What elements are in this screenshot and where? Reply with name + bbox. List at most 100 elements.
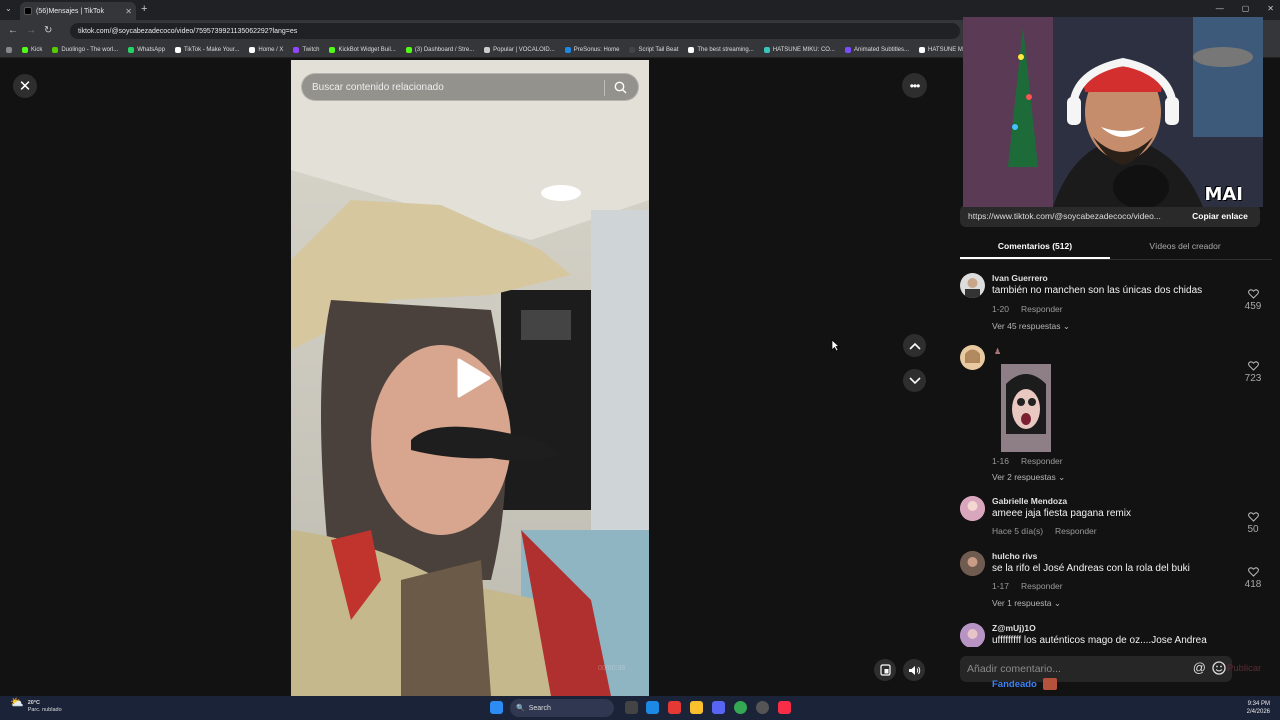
fandeado-text: Fandeado	[992, 678, 1037, 690]
comment-item: Z@mUj)1O ufffffffff los auténticos mago …	[960, 623, 1265, 647]
bookmark-item[interactable]: Script Tail Beat	[629, 46, 679, 53]
discord-icon[interactable]	[712, 701, 725, 714]
bookmark-item[interactable]: HATSUNE MI	[919, 46, 965, 53]
bookmark-icon	[405, 46, 412, 53]
bookmark-icon	[484, 46, 491, 53]
previous-video-button[interactable]	[903, 334, 926, 357]
bookmark-item[interactable]: Kick	[22, 46, 42, 53]
task-view-icon[interactable]	[625, 701, 638, 714]
edge-icon[interactable]	[646, 701, 659, 714]
apps-grid-icon[interactable]	[6, 46, 12, 53]
weather-temp: 20°C	[27, 700, 40, 706]
bookmark-item[interactable]: Twitch	[293, 46, 319, 53]
comment-sticker-image[interactable]	[1001, 364, 1051, 452]
comment-author[interactable]: Z@mUj)1O	[992, 623, 1036, 633]
comment-text: también no manchen son las únicas dos ch…	[992, 285, 1203, 296]
bookmark-item[interactable]: (3) Dashboard / Stre...	[405, 46, 474, 53]
comment-text: ameee jaja fiesta pagana remix	[992, 508, 1131, 519]
window-close-icon[interactable]: ✕	[1267, 4, 1274, 13]
more-options-button[interactable]: •••	[902, 73, 927, 98]
publish-button[interactable]: Publicar	[1227, 663, 1261, 674]
tab-close-icon[interactable]: ✕	[125, 7, 132, 16]
volume-button[interactable]	[903, 659, 925, 681]
new-tab-button[interactable]: +	[141, 3, 147, 15]
play-icon[interactable]	[455, 358, 491, 398]
bookmark-item[interactable]: The best streaming...	[688, 46, 754, 53]
taskbar-search[interactable]: 🔍 Search	[510, 699, 614, 717]
minimize-icon[interactable]: —	[1216, 4, 1224, 13]
bookmark-item[interactable]: KickBot Widget Buil...	[329, 46, 396, 53]
reply-button[interactable]: Responder	[1055, 526, 1097, 536]
like-button[interactable]: 418	[1241, 567, 1265, 590]
clock-time: 9:34 PM	[1247, 701, 1270, 707]
search-icon[interactable]	[614, 81, 627, 97]
bookmark-label: Home / X	[258, 46, 284, 53]
taskbar-search-label: Search	[528, 704, 551, 712]
copy-link-button[interactable]: Copiar enlace	[1180, 205, 1260, 227]
tab-comments[interactable]: Comentarios (512)	[960, 236, 1110, 259]
chrome-icon[interactable]	[734, 701, 747, 714]
bookmark-item[interactable]: WhatsApp	[128, 46, 165, 53]
reload-icon[interactable]: ↻	[44, 25, 52, 36]
floating-player-icon	[879, 664, 891, 676]
bookmark-label: HATSUNE MI	[928, 46, 965, 53]
bookmark-label: Script Tail Beat	[638, 46, 679, 53]
close-video-button[interactable]: ✕	[13, 74, 37, 98]
share-url: https://www.tiktok.com/@soycabezadecoco/…	[968, 211, 1161, 221]
bookmark-item[interactable]: Duolingo - The worl...	[52, 46, 118, 53]
view-replies-link[interactable]: Ver 1 respuesta ⌄	[992, 598, 1061, 609]
reply-button[interactable]: Responder	[1021, 581, 1063, 591]
avatar[interactable]	[960, 273, 985, 298]
bookmark-item[interactable]: Popular | VOCALOID...	[484, 46, 555, 53]
avatar[interactable]	[960, 345, 985, 370]
reply-button[interactable]: Responder	[1021, 456, 1063, 466]
like-count: 723	[1244, 373, 1262, 384]
view-replies-link[interactable]: Ver 45 respuestas ⌄	[992, 321, 1070, 332]
comment-item: hulcho rivs se la rifo el José Andreas c…	[960, 551, 1265, 611]
forward-icon[interactable]: →	[26, 25, 36, 36]
comment-author[interactable]: Gabrielle Mendoza	[992, 496, 1067, 506]
comment-date: 1-16	[992, 456, 1010, 466]
view-replies-link[interactable]: Ver 2 respuestas ⌄	[992, 472, 1065, 483]
bookmark-item[interactable]: HATSUNE MIKU: CO...	[763, 46, 835, 53]
reply-button[interactable]: Responder	[1021, 304, 1063, 314]
share-link-bar: https://www.tiktok.com/@soycabezadecoco/…	[960, 205, 1260, 227]
address-bar[interactable]: tiktok.com/@soycabezadecoco/video/759573…	[70, 23, 960, 39]
chatgpt-icon[interactable]	[756, 701, 769, 714]
comment-meta: Hace 5 día(s) Responder	[992, 526, 1097, 536]
avatar[interactable]	[960, 496, 985, 521]
view-replies-label: Ver 45 respuestas	[992, 321, 1061, 331]
comment-author[interactable]: Ivan Guerrero	[992, 273, 1048, 283]
browser-tab[interactable]: (56)Mensajes | TikTok ✕	[20, 2, 136, 20]
bookmark-item[interactable]: Animated Subtitles...	[844, 46, 909, 53]
weather-description: Parc. nublado	[27, 707, 62, 713]
bookmark-item[interactable]: TikTok - Make Your...	[174, 46, 240, 53]
file-explorer-icon[interactable]	[690, 701, 703, 714]
back-icon[interactable]: ←	[8, 25, 18, 36]
emoji-picker-icon[interactable]	[1212, 661, 1226, 678]
comment-author[interactable]: hulcho rivs	[992, 551, 1037, 561]
like-button[interactable]: 50	[1241, 512, 1265, 535]
like-button[interactable]: 723	[1241, 361, 1265, 384]
music-app-icon[interactable]	[778, 701, 791, 714]
weather-widget[interactable]: ⛅ 20°C Parc. nublado	[10, 698, 62, 714]
bookmark-icon	[564, 46, 571, 53]
opera-icon[interactable]	[668, 701, 681, 714]
tab-list-chevron-icon[interactable]: ⌄	[5, 4, 12, 13]
start-icon[interactable]	[490, 701, 503, 714]
bookmark-item[interactable]: PreSonus: Home	[564, 46, 619, 53]
next-video-button[interactable]	[903, 369, 926, 392]
related-search-input[interactable]: Buscar contenido relacionado	[301, 73, 639, 101]
bookmark-item[interactable]: Home / X	[249, 46, 284, 53]
mention-icon[interactable]: @	[1193, 660, 1206, 675]
avatar[interactable]	[960, 551, 985, 576]
like-button[interactable]: 459	[1241, 289, 1265, 312]
bookmark-icon	[52, 46, 59, 53]
bookmark-label: TikTok - Make Your...	[183, 46, 240, 53]
maximize-icon[interactable]: ▢	[1242, 4, 1250, 13]
floating-player-button[interactable]	[874, 659, 896, 681]
system-clock[interactable]: 9:34 PM 2/4/2026	[1247, 700, 1270, 716]
tab-creator-videos[interactable]: Vídeos del creador	[1110, 236, 1260, 259]
heart-icon	[1247, 289, 1259, 299]
avatar[interactable]	[960, 623, 985, 647]
